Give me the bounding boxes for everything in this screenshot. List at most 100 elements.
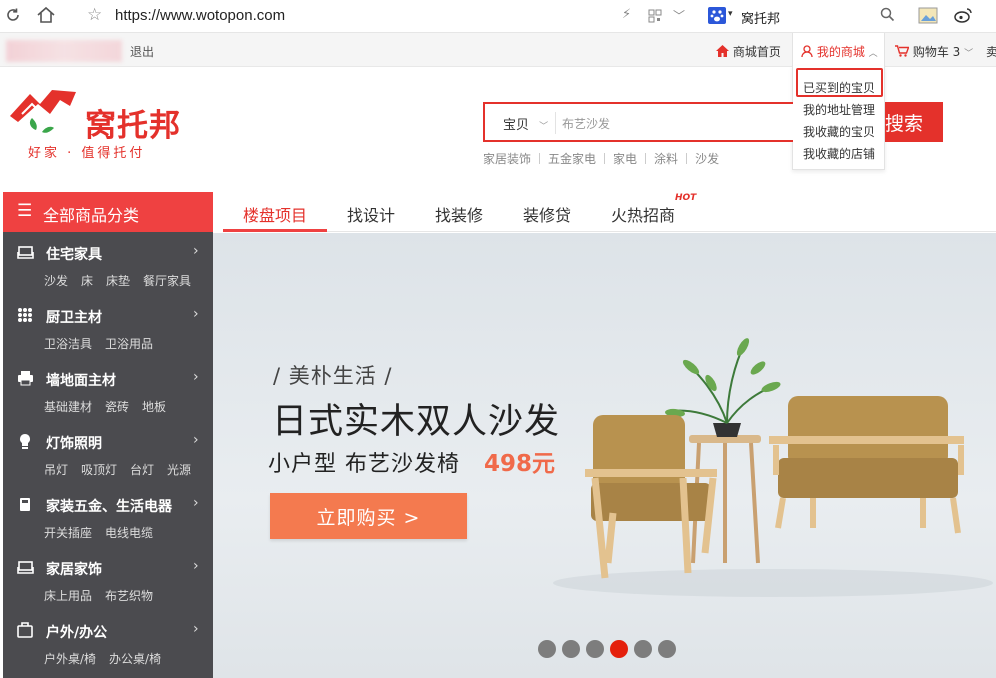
- category-item-home-decor[interactable]: 家居家饰 › 床上用品 布艺织物: [3, 547, 213, 610]
- category-item-furniture[interactable]: 住宅家具 › 沙发床床垫 餐厅家具: [3, 232, 213, 295]
- chevron-down-icon: ﹀: [964, 49, 974, 59]
- subcategory-link[interactable]: 台灯: [130, 463, 154, 477]
- category-item-lighting[interactable]: 灯饰照明 › 吊灯 吸顶灯 台灯 光源: [3, 421, 213, 484]
- subcategory-link[interactable]: 基础建材: [44, 400, 92, 414]
- search-icon[interactable]: [880, 7, 895, 26]
- category-item-outdoor-office[interactable]: 户外/办公 › 户外桌/椅 办公桌/椅: [3, 610, 213, 673]
- subcategory-link[interactable]: 床垫: [106, 274, 130, 288]
- logo-icon[interactable]: [8, 86, 82, 142]
- subcategory-link[interactable]: 瓷砖: [105, 400, 129, 414]
- subcategory-link[interactable]: 卫浴用品: [105, 337, 153, 351]
- category-title: 墙地面主材: [46, 373, 116, 389]
- menu-icon: ☰: [17, 201, 33, 221]
- dropdown-item-fav-items[interactable]: 我收藏的宝贝: [803, 123, 875, 140]
- tab-find-design[interactable]: 找设计: [347, 202, 395, 226]
- subcategory-link[interactable]: 电线电缆: [105, 526, 153, 540]
- subcategory-link[interactable]: 卫浴洁具: [44, 337, 92, 351]
- dropdown-item-address[interactable]: 我的地址管理: [803, 101, 875, 118]
- category-title: 厨卫主材: [46, 310, 102, 326]
- my-mall-trigger: 我的商城 ︿: [801, 43, 878, 60]
- bulb-icon: [17, 433, 34, 449]
- subcategory-link[interactable]: 地板: [142, 400, 166, 414]
- mall-home-link[interactable]: 商城首页: [716, 43, 781, 60]
- engine-dropdown-icon[interactable]: ▾: [728, 9, 733, 19]
- hot-word[interactable]: 五金家电: [548, 150, 596, 167]
- carousel-dot-active[interactable]: [610, 640, 628, 658]
- logo-slogan: 好家 · 值得托付: [28, 146, 146, 161]
- qr-code-icon[interactable]: [648, 8, 662, 27]
- subcategory-link[interactable]: 吸顶灯: [81, 463, 117, 477]
- tab-hot-investment[interactable]: 火热招商: [611, 202, 675, 226]
- chevron-right-icon: ›: [193, 243, 199, 259]
- lightning-icon[interactable]: ⚡: [622, 7, 631, 22]
- carousel-dot[interactable]: [586, 640, 604, 658]
- hot-word[interactable]: 家居装饰: [483, 150, 531, 167]
- reload-icon[interactable]: [4, 6, 22, 28]
- cart-icon: [895, 45, 913, 59]
- all-categories-header[interactable]: ☰ 全部商品分类: [3, 192, 213, 232]
- divider: [539, 153, 541, 164]
- chevron-right-icon: ›: [193, 495, 199, 511]
- baidu-paw-icon[interactable]: [708, 7, 726, 28]
- tab-find-renovation[interactable]: 找装修: [435, 202, 483, 226]
- subcategory-link[interactable]: 餐厅家具: [143, 274, 191, 288]
- blurred-username: [6, 40, 122, 62]
- dropdown-item-purchased[interactable]: 已买到的宝贝: [803, 79, 875, 96]
- category-subs: 户外桌/椅 办公桌/椅: [44, 650, 174, 667]
- logout-link[interactable]: 退出: [130, 43, 154, 60]
- search-type-select[interactable]: 宝贝 ﹀: [503, 114, 548, 133]
- carousel-dot[interactable]: [658, 640, 676, 658]
- my-mall-menu[interactable]: 我的商城 ︿: [792, 33, 885, 67]
- category-item-wall-floor[interactable]: 墙地面主材 › 基础建材 瓷砖 地板: [3, 358, 213, 421]
- seller-link[interactable]: 卖: [986, 43, 996, 60]
- carousel-dot[interactable]: [562, 640, 580, 658]
- search-button[interactable]: 搜索: [885, 102, 943, 142]
- category-title: 家居家饰: [46, 562, 102, 578]
- category-item-hardware-appliances[interactable]: 家装五金、生活电器 › 开关插座 电线电缆: [3, 484, 213, 547]
- category-subs: 基础建材 瓷砖 地板: [44, 398, 179, 415]
- category-title: 家装五金、生活电器: [46, 499, 172, 515]
- cart-link[interactable]: 购物车 3 ﹀: [895, 43, 973, 60]
- tab-projects[interactable]: 楼盘项目: [243, 202, 307, 226]
- site-top-nav: 退出 商城首页 我的商城 ︿ 购物车 3 ﹀ 卖: [0, 33, 996, 67]
- buy-now-button[interactable]: 立即购买 >: [270, 493, 467, 539]
- dropdown-item-fav-shops[interactable]: 我收藏的店铺: [803, 145, 875, 162]
- banner-price: 498元: [484, 451, 556, 477]
- bookmark-star-icon[interactable]: ☆: [87, 5, 102, 25]
- search-box: 宝贝 ﹀ 布艺沙发: [483, 102, 793, 142]
- browser-toolbar: ☆ https://www.wotopon.com ⚡ ﹀ ▾ 窝托邦: [0, 0, 996, 33]
- subcategory-link[interactable]: 吊灯: [44, 463, 68, 477]
- cart-label: 购物车: [912, 45, 949, 59]
- subcategory-link[interactable]: 沙发: [44, 274, 68, 288]
- subcategory-link[interactable]: 光源: [167, 463, 191, 477]
- search-input[interactable]: 布艺沙发: [562, 115, 610, 132]
- divider: [645, 153, 647, 164]
- subcategory-link[interactable]: 办公桌/椅: [109, 652, 161, 666]
- main-tabs: 楼盘项目 找设计 找装修 装修贷 火热招商: [223, 192, 996, 232]
- subcategory-link[interactable]: 床: [81, 274, 93, 288]
- subcategory-link[interactable]: 床上用品: [44, 589, 92, 603]
- grid-icon: [17, 307, 34, 323]
- hot-word[interactable]: 沙发: [695, 150, 719, 167]
- subcategory-link[interactable]: 开关插座: [44, 526, 92, 540]
- tab-renovation-loan[interactable]: 装修贷: [523, 202, 571, 226]
- screenshot-icon[interactable]: [918, 7, 938, 28]
- subcategory-link[interactable]: 布艺织物: [105, 589, 153, 603]
- chevron-right-icon: ›: [193, 558, 199, 574]
- sofa-icon: [17, 244, 34, 260]
- category-item-kitchen-bath[interactable]: 厨卫主材 › 卫浴洁具 卫浴用品: [3, 295, 213, 358]
- chevron-right-icon: ›: [193, 621, 199, 637]
- weibo-icon[interactable]: [954, 6, 974, 28]
- search-engine-text[interactable]: 窝托邦: [741, 8, 780, 27]
- address-bar-url[interactable]: https://www.wotopon.com: [115, 7, 285, 24]
- home-icon[interactable]: [36, 6, 56, 28]
- hot-word[interactable]: 涂料: [654, 150, 678, 167]
- hot-word[interactable]: 家电: [613, 150, 637, 167]
- subcategory-link[interactable]: 户外桌/椅: [44, 652, 96, 666]
- chevron-down-icon[interactable]: ﹀: [673, 7, 685, 24]
- hot-search-words: 家居装饰 五金家电 家电 涂料 沙发: [483, 150, 719, 167]
- carousel-dot[interactable]: [538, 640, 556, 658]
- category-subs: 卫浴洁具 卫浴用品: [44, 335, 166, 352]
- carousel-dot[interactable]: [634, 640, 652, 658]
- logo-text[interactable]: 窝托邦: [85, 100, 181, 145]
